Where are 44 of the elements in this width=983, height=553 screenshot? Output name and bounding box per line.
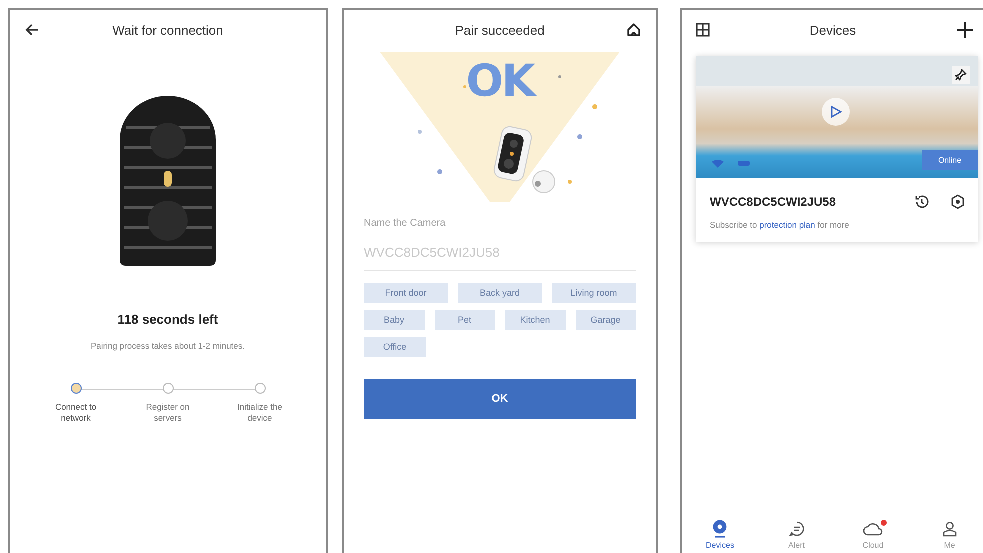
countdown-text: 118 seconds left xyxy=(118,312,218,327)
tab-bar-item[interactable]: Cloud xyxy=(848,520,898,550)
tab-bar-item[interactable]: Me xyxy=(924,520,975,550)
name-suggestion-chip[interactable]: Garage xyxy=(576,310,636,330)
screen-title: Pair succeeded xyxy=(455,22,545,38)
name-suggestion-chip[interactable]: Pet xyxy=(434,310,495,330)
add-icon[interactable] xyxy=(956,21,974,39)
battery-icon xyxy=(738,161,750,166)
back-arrow-icon[interactable] xyxy=(24,22,40,38)
pin-button[interactable] xyxy=(952,66,970,84)
play-button[interactable] xyxy=(822,98,850,126)
home-icon[interactable] xyxy=(626,22,642,38)
field-label: Name the Camera xyxy=(364,218,446,229)
screen-title: Devices xyxy=(810,22,856,38)
name-suggestion-chip[interactable]: Back yard xyxy=(458,283,542,303)
step-label: Connect to network xyxy=(54,402,98,424)
history-icon[interactable] xyxy=(914,194,930,210)
play-icon xyxy=(829,105,843,119)
webcam-icon xyxy=(712,520,728,538)
protection-plan-link[interactable]: protection plan xyxy=(760,220,816,230)
name-suggestion-chip[interactable]: Office xyxy=(364,337,426,357)
grid-view-icon[interactable] xyxy=(696,23,710,37)
subscription-note: Subscribe to protection plan for more xyxy=(709,219,850,230)
device-name: WVCC8DC5CWI2JU58 xyxy=(710,195,838,209)
pin-icon xyxy=(955,69,967,81)
name-suggestion-chip[interactable]: Front door xyxy=(364,283,448,303)
person-icon xyxy=(942,521,958,537)
tab-bar-item[interactable]: Devices xyxy=(695,520,746,550)
ok-button[interactable]: OK xyxy=(364,379,636,419)
screen-title: Wait for connection xyxy=(112,22,224,38)
settings-icon[interactable] xyxy=(950,194,966,210)
pairing-note: Pairing process takes about 1-2 minutes. xyxy=(90,341,246,351)
message-icon xyxy=(788,521,805,537)
name-suggestion-chip[interactable]: Kitchen xyxy=(505,310,566,330)
step-label: Register on servers xyxy=(145,402,191,424)
step-label: Initialize the device xyxy=(236,402,284,424)
name-suggestion-chip[interactable]: Baby xyxy=(364,310,424,330)
status-badge: Online xyxy=(922,150,978,170)
cloud-icon xyxy=(863,522,884,536)
wifi-icon xyxy=(712,160,724,168)
success-heading: OK xyxy=(465,60,536,104)
name-suggestion-chip[interactable]: Living room xyxy=(552,283,636,303)
tab-bar-item[interactable]: Alert xyxy=(772,520,822,550)
device-card[interactable]: Online WVCC8DC5CWI2JU58 Subscribe to protection plan for more xyxy=(696,56,978,242)
